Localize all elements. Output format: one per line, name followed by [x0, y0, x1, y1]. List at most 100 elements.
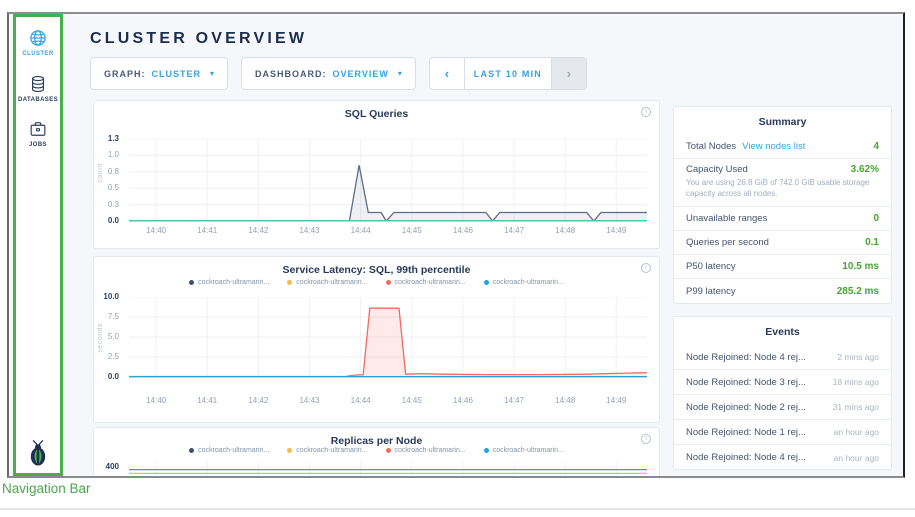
y-axis: 10.07.55.02.50.0 — [94, 297, 124, 378]
x-tick-label: 14:40 — [146, 226, 166, 235]
capacity-used-label: Capacity Used — [686, 164, 748, 175]
legend-label: cockroach-ultramarin... — [395, 279, 466, 286]
summary-row-p50-latency: P50 latency 10.5 ms — [674, 255, 891, 279]
dashboard-dropdown[interactable]: DASHBOARD: OVERVIEW — [241, 57, 416, 90]
plot-area — [129, 139, 647, 222]
y-tick-label: 0.8 — [108, 167, 119, 176]
dashboard-dropdown-label: DASHBOARD: — [255, 69, 327, 79]
x-tick-label: 14:46 — [453, 226, 473, 235]
legend-label: cockroach-ultramarin... — [395, 447, 466, 454]
event-row[interactable]: Node Rejoined: Node 1 rej... an hour ago — [674, 420, 891, 445]
cockroachdb-logo[interactable] — [26, 439, 50, 467]
summary-title: Summary — [674, 107, 891, 135]
x-tick-label: 14:41 — [197, 226, 217, 235]
x-tick-label: 14:45 — [402, 226, 422, 235]
metric-label: Unavailable ranges — [686, 213, 767, 224]
event-text: Node Rejoined: Node 1 rej... — [686, 427, 806, 438]
legend-item[interactable]: cockroach-ultramarin... — [287, 279, 367, 286]
info-icon[interactable] — [641, 263, 651, 273]
sidebar-item-jobs[interactable]: JOBS — [16, 119, 60, 148]
x-tick-label: 14:49 — [606, 226, 626, 235]
legend-label: cockroach-ultramarin... — [198, 447, 269, 454]
view-nodes-list-link[interactable]: View nodes list — [742, 141, 805, 152]
legend-label: cockroach-ultramarin... — [198, 279, 269, 286]
legend-item[interactable]: cockroach-ultramarin... — [484, 279, 564, 286]
sidebar-item-databases[interactable]: DATABASES — [16, 74, 60, 103]
chart-title: Service Latency: SQL, 99th percentile — [94, 264, 659, 276]
total-nodes-value: 4 — [873, 141, 879, 152]
y-tick-label: 0.3 — [108, 200, 119, 209]
plot-area — [129, 462, 647, 478]
legend-item[interactable]: cockroach-ultramarin... — [287, 447, 367, 454]
x-tick-label: 14:42 — [248, 226, 268, 235]
y-tick-label: 2.5 — [108, 352, 119, 361]
sidebar-item-cluster[interactable]: CLUSTER — [16, 28, 60, 57]
legend-label: cockroach-ultramarin... — [296, 447, 367, 454]
sql-queries-chart: SQL Queries count 1.31.00.80.50.30.0 14:… — [93, 100, 660, 249]
legend-item[interactable]: cockroach-ultramarin... — [484, 447, 564, 454]
navigation-bar: CLUSTER DATABASES JOBS — [13, 14, 63, 476]
graph-dropdown-label: GRAPH: — [104, 69, 146, 79]
event-time: 31 mins ago — [825, 402, 879, 412]
chart-title: Replicas per Node — [94, 435, 659, 447]
x-tick-label: 14:44 — [351, 226, 371, 235]
legend-dot-icon — [386, 280, 391, 285]
events-title: Events — [674, 317, 891, 345]
info-icon[interactable] — [641, 107, 651, 117]
legend-dot-icon — [287, 280, 292, 285]
docs-screenshot: CLUSTER DATABASES JOBS — [0, 0, 915, 517]
legend-item[interactable]: cockroach-ultramarin... — [189, 447, 269, 454]
x-tick-label: 14:41 — [197, 396, 217, 405]
databases-icon — [28, 74, 48, 94]
events-panel: Events Node Rejoined: Node 4 rej... 2 mi… — [673, 316, 892, 470]
event-row[interactable]: Node Rejoined: Node 3 rej... 18 mins ago — [674, 370, 891, 395]
page-title: CLUSTER OVERVIEW — [90, 30, 307, 48]
total-nodes-label: Total Nodes — [686, 141, 736, 152]
legend-label: cockroach-ultramarin... — [493, 279, 564, 286]
legend-item[interactable]: cockroach-ultramarin... — [386, 279, 466, 286]
legend-dot-icon — [484, 280, 489, 285]
info-icon[interactable] — [641, 434, 651, 444]
chart-title: SQL Queries — [94, 108, 659, 120]
annotation-caption: Navigation Bar — [2, 481, 91, 496]
legend-item[interactable]: cockroach-ultramarin... — [386, 447, 466, 454]
time-next-button: › — [551, 58, 586, 89]
metric-label: P50 latency — [686, 261, 736, 272]
metric-value: 0.1 — [865, 237, 879, 248]
x-axis: 14:4014:4114:4214:4314:4414:4514:4614:47… — [129, 226, 647, 238]
x-tick-label: 14:43 — [299, 396, 319, 405]
event-row[interactable]: Node Rejoined: Node 2 rej... 31 mins ago — [674, 395, 891, 420]
y-tick-label: 1.0 — [108, 150, 119, 159]
x-tick-label: 14:48 — [555, 396, 575, 405]
y-tick-label: 1.3 — [108, 134, 119, 143]
sidebar-item-label: JOBS — [29, 142, 47, 148]
y-tick-label: 0.0 — [108, 372, 119, 381]
dashboard-dropdown-value: OVERVIEW — [333, 69, 389, 79]
event-text: Node Rejoined: Node 2 rej... — [686, 402, 806, 413]
x-tick-label: 14:47 — [504, 396, 524, 405]
event-row[interactable]: Node Rejoined: Node 4 rej... an hour ago — [674, 445, 891, 470]
graph-dropdown-value: CLUSTER — [152, 69, 202, 79]
x-tick-label: 14:47 — [504, 226, 524, 235]
time-range-label[interactable]: LAST 10 MIN — [465, 58, 551, 89]
time-prev-button[interactable]: ‹ — [430, 58, 465, 89]
legend-label: cockroach-ultramarin... — [296, 279, 367, 286]
time-range-selector: ‹ LAST 10 MIN › — [429, 57, 587, 90]
event-text: Node Rejoined: Node 4 rej... — [686, 452, 806, 463]
plot-area — [129, 297, 647, 378]
legend-dot-icon — [386, 448, 391, 453]
metric-value: 0 — [873, 213, 879, 224]
summary-row-total-nodes: Total Nodes View nodes list 4 — [674, 135, 891, 159]
legend-item[interactable]: cockroach-ultramarin... — [189, 279, 269, 286]
y-tick-label: 7.5 — [108, 312, 119, 321]
graph-dropdown[interactable]: GRAPH: CLUSTER — [90, 57, 228, 90]
page-divider — [0, 508, 915, 510]
summary-row-queries-per-second: Queries per second 0.1 — [674, 231, 891, 255]
x-tick-label: 14:46 — [453, 396, 473, 405]
event-time: an hour ago — [826, 427, 879, 437]
event-row[interactable]: Node Rejoined: Node 4 rej... 2 mins ago — [674, 345, 891, 370]
x-tick-label: 14:48 — [555, 226, 575, 235]
event-text: Node Rejoined: Node 4 rej... — [686, 352, 806, 363]
event-time: 2 mins ago — [829, 352, 879, 362]
service-latency-chart: Service Latency: SQL, 99th percentile co… — [93, 256, 660, 423]
